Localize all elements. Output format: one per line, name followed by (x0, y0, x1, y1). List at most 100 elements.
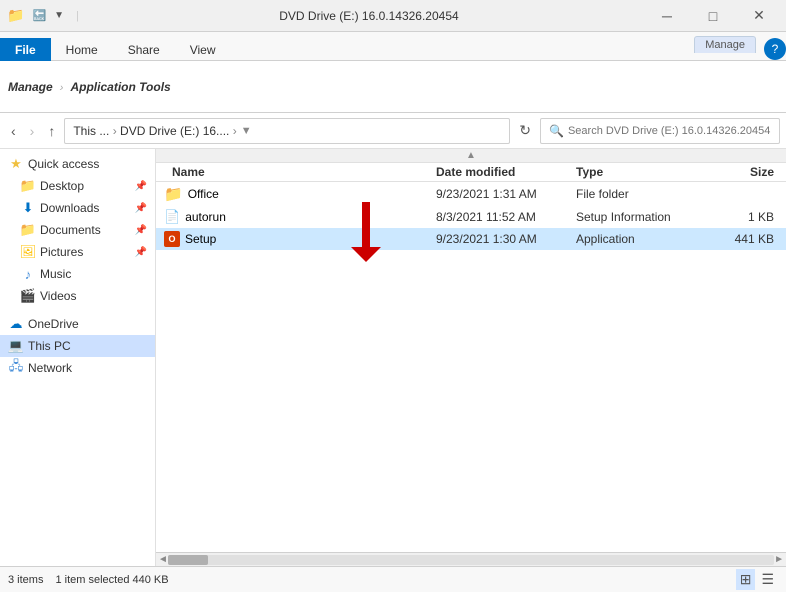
file-type-autorun: Setup Information (576, 210, 706, 224)
ribbon: File Home Share View Manage ? Manage › A… (0, 32, 786, 113)
downloads-icon: ⬇ (20, 200, 36, 216)
col-date[interactable]: Date modified (436, 165, 576, 179)
sidebar-item-pictures[interactable]: 🖼 Pictures 📌 (0, 241, 155, 263)
scrollbar-area[interactable]: ◄ ► (156, 552, 786, 566)
folder-icon-2: 📁 (20, 222, 36, 238)
up-button[interactable]: ↑ (43, 120, 60, 142)
sidebar-label-downloads: Downloads (40, 201, 99, 215)
status-bar: 3 items 1 item selected 440 KB ⊞ ☰ (0, 566, 786, 592)
titlebar-dropdown[interactable]: ▼ (51, 8, 67, 23)
file-name-setup: O Setup (156, 231, 436, 247)
tab-share[interactable]: Share (113, 38, 175, 61)
titlebar-undo[interactable]: 🔙 (29, 7, 49, 24)
file-list: 📁 Office 9/23/2021 1:31 AM File folder 📄… (156, 182, 786, 552)
file-size-setup: 441 KB (706, 232, 786, 246)
file-date-autorun: 8/3/2021 11:52 AM (436, 210, 576, 224)
window-title: DVD Drive (E:) 16.0.14326.20454 (94, 9, 644, 23)
tab-home[interactable]: Home (51, 38, 113, 61)
file-name-autorun: 📄 autorun (156, 209, 436, 225)
forward-button[interactable]: › (25, 120, 40, 142)
close-button[interactable]: ✕ (736, 0, 782, 32)
ribbon-tabs: File Home Share View Manage ? (0, 32, 786, 60)
help-button[interactable]: ? (764, 38, 786, 60)
folder-icon-office: 📁 (164, 185, 183, 203)
ribbon-manage-label: Manage (694, 36, 756, 53)
breadcrumb-text: This ... › DVD Drive (E:) 16.... › (73, 124, 236, 138)
pin-icon: 📌 (135, 181, 147, 192)
file-row-autorun[interactable]: 📄 autorun 8/3/2021 11:52 AM Setup Inform… (156, 206, 786, 228)
sidebar-label-pictures: Pictures (40, 245, 83, 259)
view-switcher: ⊞ ☰ (736, 569, 778, 590)
maximize-button[interactable]: □ (690, 0, 736, 32)
col-name-label: Name (172, 165, 205, 179)
sidebar-label-quick-access: Quick access (28, 157, 99, 171)
star-icon: ★ (8, 156, 24, 172)
sidebar-item-onedrive[interactable]: ☁ OneDrive (0, 313, 155, 335)
sidebar-item-documents[interactable]: 📁 Documents 📌 (0, 219, 155, 241)
grid-view-button[interactable]: ⊞ (736, 569, 756, 590)
main-layout: ★ Quick access 📁 Desktop 📌 ⬇ Downloads 📌… (0, 149, 786, 566)
sidebar-label-onedrive: OneDrive (28, 317, 79, 331)
scroll-right-btn[interactable]: ► (774, 554, 784, 565)
col-size[interactable]: Size (706, 165, 786, 179)
window-controls[interactable]: ─ □ ✕ (644, 0, 782, 32)
scroll-left-btn[interactable]: ◄ (158, 554, 168, 565)
col-type[interactable]: Type (576, 165, 706, 179)
office-label: Office (188, 187, 219, 201)
file-type-office: File folder (576, 187, 706, 201)
tab-file[interactable]: File (0, 38, 51, 61)
selection-info: 1 item selected 440 KB (55, 574, 168, 586)
col-date-label: Date modified (436, 165, 515, 179)
pin-icon-4: 📌 (135, 247, 147, 258)
sidebar-item-downloads[interactable]: ⬇ Downloads 📌 (0, 197, 155, 219)
network-icon: 🖧 (8, 360, 24, 376)
thispc-icon: 💻 (8, 338, 24, 354)
back-button[interactable]: ‹ (6, 120, 21, 142)
sidebar-item-videos[interactable]: 🎬 Videos (0, 285, 155, 307)
ribbon-app-tools-label: Manage › Application Tools (8, 80, 171, 94)
minimize-button[interactable]: ─ (644, 0, 690, 32)
video-icon: 🎬 (20, 288, 36, 304)
file-date-office: 9/23/2021 1:31 AM (436, 187, 576, 201)
tab-arrow: › (60, 82, 64, 94)
music-icon: ♪ (20, 266, 36, 282)
breadcrumb[interactable]: This ... › DVD Drive (E:) 16.... › ▼ (64, 118, 510, 144)
sidebar-item-network[interactable]: 🖧 Network (0, 357, 155, 379)
items-count: 3 items (8, 574, 43, 586)
sidebar-item-quick-access[interactable]: ★ Quick access (0, 153, 155, 175)
setup-label: Setup (185, 232, 216, 246)
file-type-setup: Application (576, 232, 706, 246)
folder-icon: 📁 (20, 178, 36, 194)
list-view-button[interactable]: ☰ (757, 569, 778, 590)
tab-view[interactable]: View (175, 38, 231, 61)
search-input[interactable] (568, 125, 771, 137)
app-tools-label: Application Tools (70, 80, 170, 94)
sidebar-item-thispc[interactable]: 💻 This PC (0, 335, 155, 357)
scrollbar-thumb[interactable] (168, 555, 208, 565)
col-name[interactable]: Name (156, 165, 436, 179)
folder-icon-3: 🖼 (20, 244, 36, 260)
breadcrumb-dropdown[interactable]: ▼ (241, 125, 252, 137)
title-bar: 📁 🔙 ▼ | DVD Drive (E:) 16.0.14326.20454 … (0, 0, 786, 32)
office-app-icon: O (164, 231, 180, 247)
titlebar-quickaccess[interactable]: 📁 🔙 ▼ | (4, 5, 86, 26)
autorun-label: autorun (185, 210, 226, 224)
scrollbar-track[interactable] (168, 555, 774, 565)
file-area: ▲ Name Date modified Type Size 📁 Off (156, 149, 786, 566)
refresh-button[interactable]: ↻ (514, 119, 536, 142)
sidebar-label-desktop: Desktop (40, 179, 84, 193)
pin-icon-3: 📌 (135, 225, 147, 236)
titlebar-folder-icon: 📁 (4, 5, 27, 26)
onedrive-icon: ☁ (8, 316, 24, 332)
scroll-up-indicator: ▲ (156, 149, 786, 163)
sidebar: ★ Quick access 📁 Desktop 📌 ⬇ Downloads 📌… (0, 149, 156, 566)
file-row-setup[interactable]: O Setup 9/23/2021 1:30 AM Application 44… (156, 228, 786, 250)
manage-tab-label: Manage (8, 80, 53, 94)
sidebar-item-desktop[interactable]: 📁 Desktop 📌 (0, 175, 155, 197)
nav-bar: ‹ › ↑ This ... › DVD Drive (E:) 16.... ›… (0, 113, 786, 149)
search-box[interactable]: 🔍 (540, 118, 780, 144)
sidebar-label-documents: Documents (40, 223, 101, 237)
file-date-setup: 9/23/2021 1:30 AM (436, 232, 576, 246)
file-row-office[interactable]: 📁 Office 9/23/2021 1:31 AM File folder (156, 182, 786, 206)
sidebar-item-music[interactable]: ♪ Music (0, 263, 155, 285)
